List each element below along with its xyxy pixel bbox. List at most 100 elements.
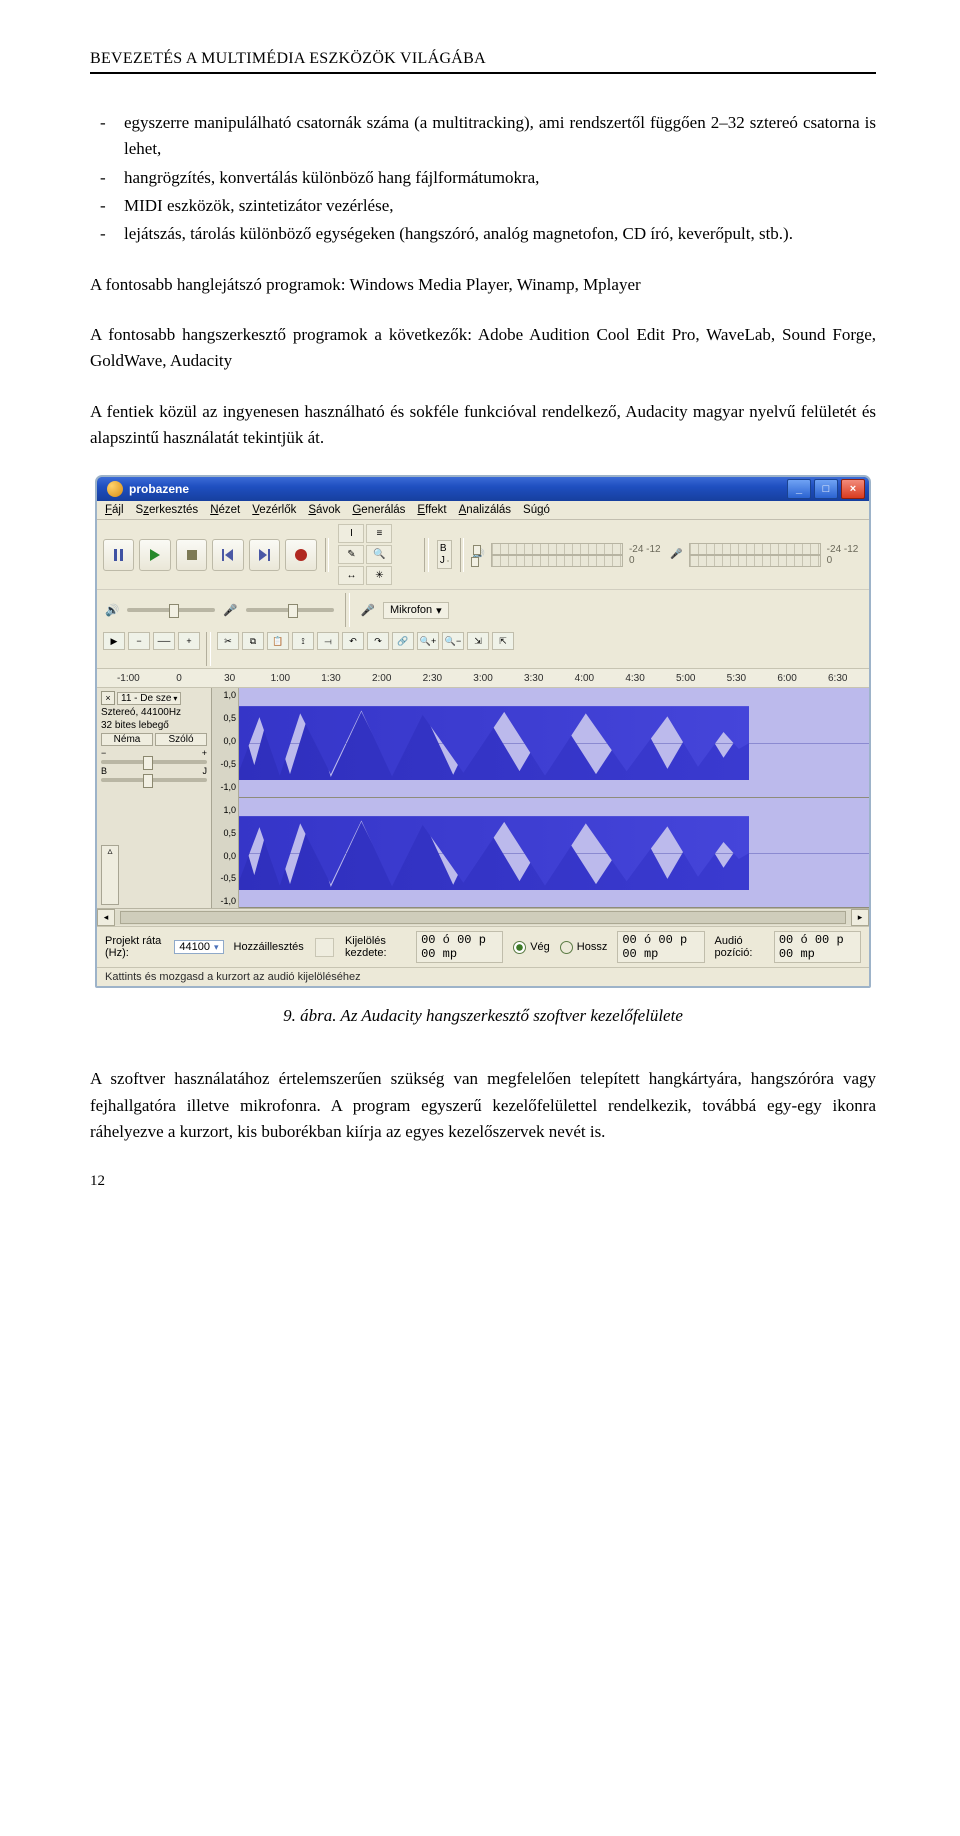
- status-bar: Kattints és mozgasd a kurzort az audió k…: [97, 967, 869, 986]
- record-button[interactable]: [285, 539, 316, 571]
- zoom-out-icon[interactable]: 🔍−: [442, 632, 464, 650]
- skip-end-button[interactable]: [249, 539, 280, 571]
- meter-right[interactable]: [491, 555, 623, 567]
- track-bit: 32 bites lebegő: [101, 720, 207, 731]
- waveform-area[interactable]: [239, 688, 869, 908]
- paragraph: A fontosabb hangszerkesztő programok a k…: [90, 322, 876, 375]
- pause-button[interactable]: [103, 539, 134, 571]
- ruler-tick: 3:30: [508, 673, 559, 684]
- collapse-track-icon[interactable]: ▵: [101, 845, 119, 906]
- timeshift-tool-icon[interactable]: ↔: [338, 566, 364, 585]
- mute-button[interactable]: Néma: [101, 733, 153, 746]
- menu-item[interactable]: Vezérlők: [252, 504, 296, 516]
- page-number: 12: [90, 1173, 876, 1190]
- silence-icon[interactable]: ⟞: [317, 632, 339, 650]
- undo-icon[interactable]: ↶: [342, 632, 364, 650]
- fit-selection-icon[interactable]: ⇲: [467, 632, 489, 650]
- scroll-thumb[interactable]: [120, 911, 846, 924]
- envelope-tool-icon[interactable]: ≡: [366, 524, 392, 543]
- draw-tool-icon[interactable]: ✎: [338, 545, 364, 564]
- output-volume-slider[interactable]: [127, 608, 215, 612]
- project-rate-label: Projekt ráta (Hz):: [105, 935, 164, 959]
- selection-end-value[interactable]: 00 ó 00 p 00 mp: [617, 931, 704, 963]
- zoom-tool-icon[interactable]: 🔍: [366, 545, 392, 564]
- snap-checkbox[interactable]: [315, 938, 334, 957]
- speed-slider-icon[interactable]: −: [128, 632, 150, 650]
- bullet-list: egyszerre manipulálható csatornák száma …: [90, 110, 876, 248]
- scroll-right-icon[interactable]: ▸: [851, 909, 869, 926]
- playback-speed-slider[interactable]: B J: [437, 540, 452, 569]
- selection-tool-icon[interactable]: I: [338, 524, 364, 543]
- waveform-left[interactable]: [239, 688, 869, 798]
- stop-button[interactable]: [176, 539, 207, 571]
- ruler-tick: 2:00: [356, 673, 407, 684]
- snap-label: Hozzáillesztés: [234, 941, 304, 953]
- waveform-right[interactable]: [239, 798, 869, 908]
- selection-start-value[interactable]: 00 ó 00 p 00 mp: [416, 931, 503, 963]
- track-area: × 11 - De sze Sztereó, 44100Hz 32 bites …: [97, 688, 869, 908]
- menubar: Fájl Szerkesztés Nézet Vezérlők Sávok Ge…: [97, 501, 869, 520]
- end-radio[interactable]: Vég: [513, 941, 550, 954]
- meter-left[interactable]: [689, 543, 821, 555]
- close-button[interactable]: ×: [841, 479, 865, 499]
- project-rate-select[interactable]: 44100: [174, 940, 223, 954]
- menu-item[interactable]: Fájl: [105, 504, 124, 516]
- toolbar-divider: [460, 538, 465, 572]
- input-volume-slider[interactable]: [246, 608, 334, 612]
- input-source-icon: 🎤: [361, 603, 375, 617]
- redo-icon[interactable]: ↷: [367, 632, 389, 650]
- ruler-tick: 6:00: [762, 673, 813, 684]
- menu-item[interactable]: Generálás: [352, 504, 405, 516]
- multi-tool-icon[interactable]: ✳: [366, 566, 392, 585]
- horizontal-scrollbar[interactable]: ◂ ▸: [97, 908, 869, 926]
- menu-item[interactable]: Szerkesztés: [136, 504, 199, 516]
- record-meter: 🎤 -24 -12 0: [670, 543, 863, 567]
- paragraph: A fentiek közül az ingyenesen használhat…: [90, 399, 876, 452]
- zoom-in-icon[interactable]: 🔍+: [417, 632, 439, 650]
- scroll-left-icon[interactable]: ◂: [97, 909, 115, 926]
- audio-position-value[interactable]: 00 ó 00 p 00 mp: [774, 931, 861, 963]
- link-icon[interactable]: 🔗: [392, 632, 414, 650]
- ruler-tick: 6:30: [812, 673, 863, 684]
- length-radio[interactable]: Hossz: [560, 941, 608, 954]
- pan-slider[interactable]: [101, 778, 207, 782]
- speed-slider-icon[interactable]: +: [178, 632, 200, 650]
- paste-icon[interactable]: 📋: [267, 632, 289, 650]
- timeline-ruler[interactable]: -1:00 0 30 1:00 1:30 2:00 2:30 3:00 3:30…: [97, 668, 869, 688]
- figure-caption: 9. ábra. Az Audacity hangszerkesztő szof…: [90, 1006, 876, 1026]
- selection-start-label: Kijelölés kezdete:: [345, 935, 406, 959]
- trim-icon[interactable]: ⟟: [292, 632, 314, 650]
- menu-item[interactable]: Effekt: [417, 504, 446, 516]
- gain-slider[interactable]: [101, 760, 207, 764]
- cut-icon[interactable]: ✂: [217, 632, 239, 650]
- copy-icon[interactable]: ⧉: [242, 632, 264, 650]
- speed-slider-icon[interactable]: ──: [153, 632, 175, 650]
- menu-item[interactable]: Súgó: [523, 504, 550, 516]
- track-control-panel: × 11 - De sze Sztereó, 44100Hz 32 bites …: [97, 688, 212, 908]
- input-volume-icon: 🎤: [223, 603, 237, 617]
- play-speed-icon[interactable]: ▶: [103, 632, 125, 650]
- minimize-button[interactable]: _: [787, 479, 811, 499]
- input-source-select[interactable]: Mikrofon▾: [383, 602, 449, 619]
- meter-left[interactable]: [491, 543, 623, 555]
- menu-item[interactable]: Nézet: [210, 504, 240, 516]
- track-menu[interactable]: 11 - De sze: [117, 692, 181, 705]
- mixer-toolbar: 🔊 🎤 🎤 Mikrofon▾: [97, 589, 869, 630]
- menu-item[interactable]: Sávok: [308, 504, 340, 516]
- play-button[interactable]: [139, 539, 170, 571]
- track-close-icon[interactable]: ×: [101, 691, 115, 705]
- transport-toolbar: I ≡ ✎ 🔍 ↔ ✳ B J 🔊: [97, 520, 869, 589]
- menu-item[interactable]: Analizálás: [459, 504, 511, 516]
- playback-meter: 🔊 -24 -12 0: [472, 543, 665, 567]
- meter-right[interactable]: [689, 555, 821, 567]
- audacity-window: probazene _ □ × Fájl Szerkesztés Nézet V…: [95, 475, 871, 988]
- skip-start-button[interactable]: [212, 539, 243, 571]
- fit-project-icon[interactable]: ⇱: [492, 632, 514, 650]
- ruler-tick: 1:30: [306, 673, 357, 684]
- solo-button[interactable]: Szóló: [155, 733, 207, 746]
- titlebar: probazene _ □ ×: [97, 477, 869, 501]
- maximize-button[interactable]: □: [814, 479, 838, 499]
- meter-ticks: -24 -12 0: [827, 544, 863, 566]
- ruler-tick: 0: [154, 673, 205, 684]
- meter-ticks: -24 -12 0: [629, 544, 665, 566]
